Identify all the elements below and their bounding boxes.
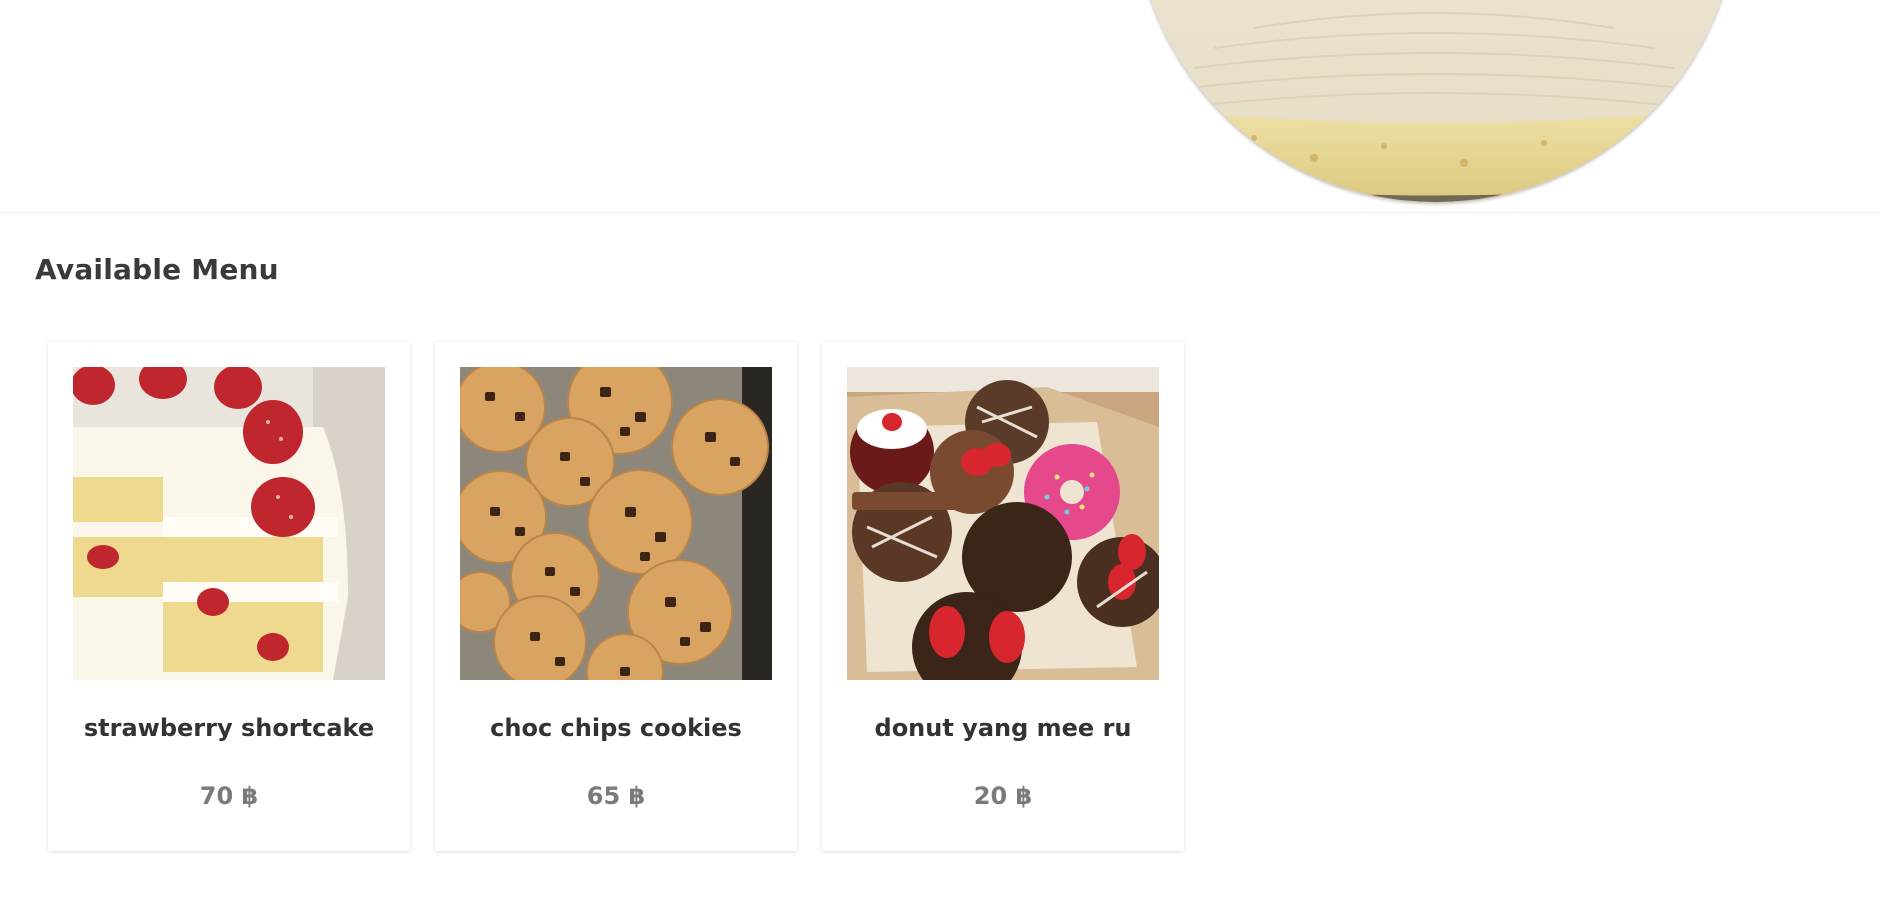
- strawberry-shortcake-image: [73, 367, 385, 680]
- menu-item-price: 20 ฿: [973, 782, 1033, 810]
- menu-item-price: 70 ฿: [199, 782, 259, 810]
- menu-item-name: choc chips cookies: [490, 714, 742, 742]
- page: Available Menu strawberry shortcake 70 ฿…: [0, 0, 1880, 900]
- choc-chips-cookies-image: [460, 367, 772, 680]
- menu-item-price: 65 ฿: [586, 782, 646, 810]
- menu-item-name: donut yang mee ru: [874, 714, 1132, 742]
- menu-grid: strawberry shortcake 70 ฿ choc chips coo…: [48, 342, 1184, 851]
- menu-card-donut-yang-mee-ru[interactable]: donut yang mee ru 20 ฿: [822, 342, 1184, 851]
- hero-banner: [0, 0, 1880, 213]
- menu-card-strawberry-shortcake[interactable]: strawberry shortcake 70 ฿: [48, 342, 410, 851]
- hero-cake-image: [1134, 0, 1738, 202]
- donut-yang-mee-ru-image: [847, 367, 1159, 680]
- menu-item-name: strawberry shortcake: [83, 714, 375, 742]
- menu-card-choc-chips-cookies[interactable]: choc chips cookies 65 ฿: [435, 342, 797, 851]
- section-title: Available Menu: [35, 253, 279, 286]
